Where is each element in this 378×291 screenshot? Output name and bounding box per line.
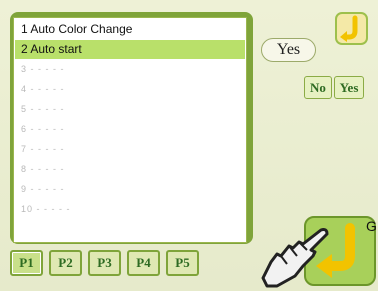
tab-p3[interactable]: P3 (88, 250, 121, 276)
g-button-label: G (366, 218, 377, 234)
pointing-hand-icon (261, 228, 329, 288)
page-tabs: P1 P2 P3 P4 P5 (10, 250, 210, 280)
list-item[interactable]: 3 - - - - - (15, 60, 245, 79)
current-setting-display: Yes (261, 38, 316, 62)
tab-p1[interactable]: P1 (10, 250, 43, 276)
list-item[interactable]: 9 - - - - - (15, 180, 245, 199)
screen: 1 Auto Color Change 2 Auto start 3 - - -… (0, 0, 378, 291)
tab-p5[interactable]: P5 (166, 250, 199, 276)
corner-button[interactable] (335, 12, 368, 45)
list-item[interactable]: 6 - - - - - (15, 120, 245, 139)
yes-button[interactable]: Yes (334, 76, 364, 99)
list-item[interactable]: 10 - - - - - (15, 200, 245, 219)
function-list: 1 Auto Color Change 2 Auto start 3 - - -… (13, 17, 247, 243)
no-button[interactable]: No (304, 76, 332, 99)
list-item[interactable]: 5 - - - - - (15, 100, 245, 119)
list-item[interactable]: 8 - - - - - (15, 160, 245, 179)
return-arrow-icon (340, 15, 358, 42)
tab-p4[interactable]: P4 (127, 250, 160, 276)
list-item[interactable]: 4 - - - - - (15, 80, 245, 99)
list-item-selected[interactable]: 2 Auto start (15, 40, 245, 59)
list-item[interactable]: 1 Auto Color Change (15, 20, 245, 39)
list-item[interactable]: 7 - - - - - (15, 140, 245, 159)
tab-p2[interactable]: P2 (49, 250, 82, 276)
